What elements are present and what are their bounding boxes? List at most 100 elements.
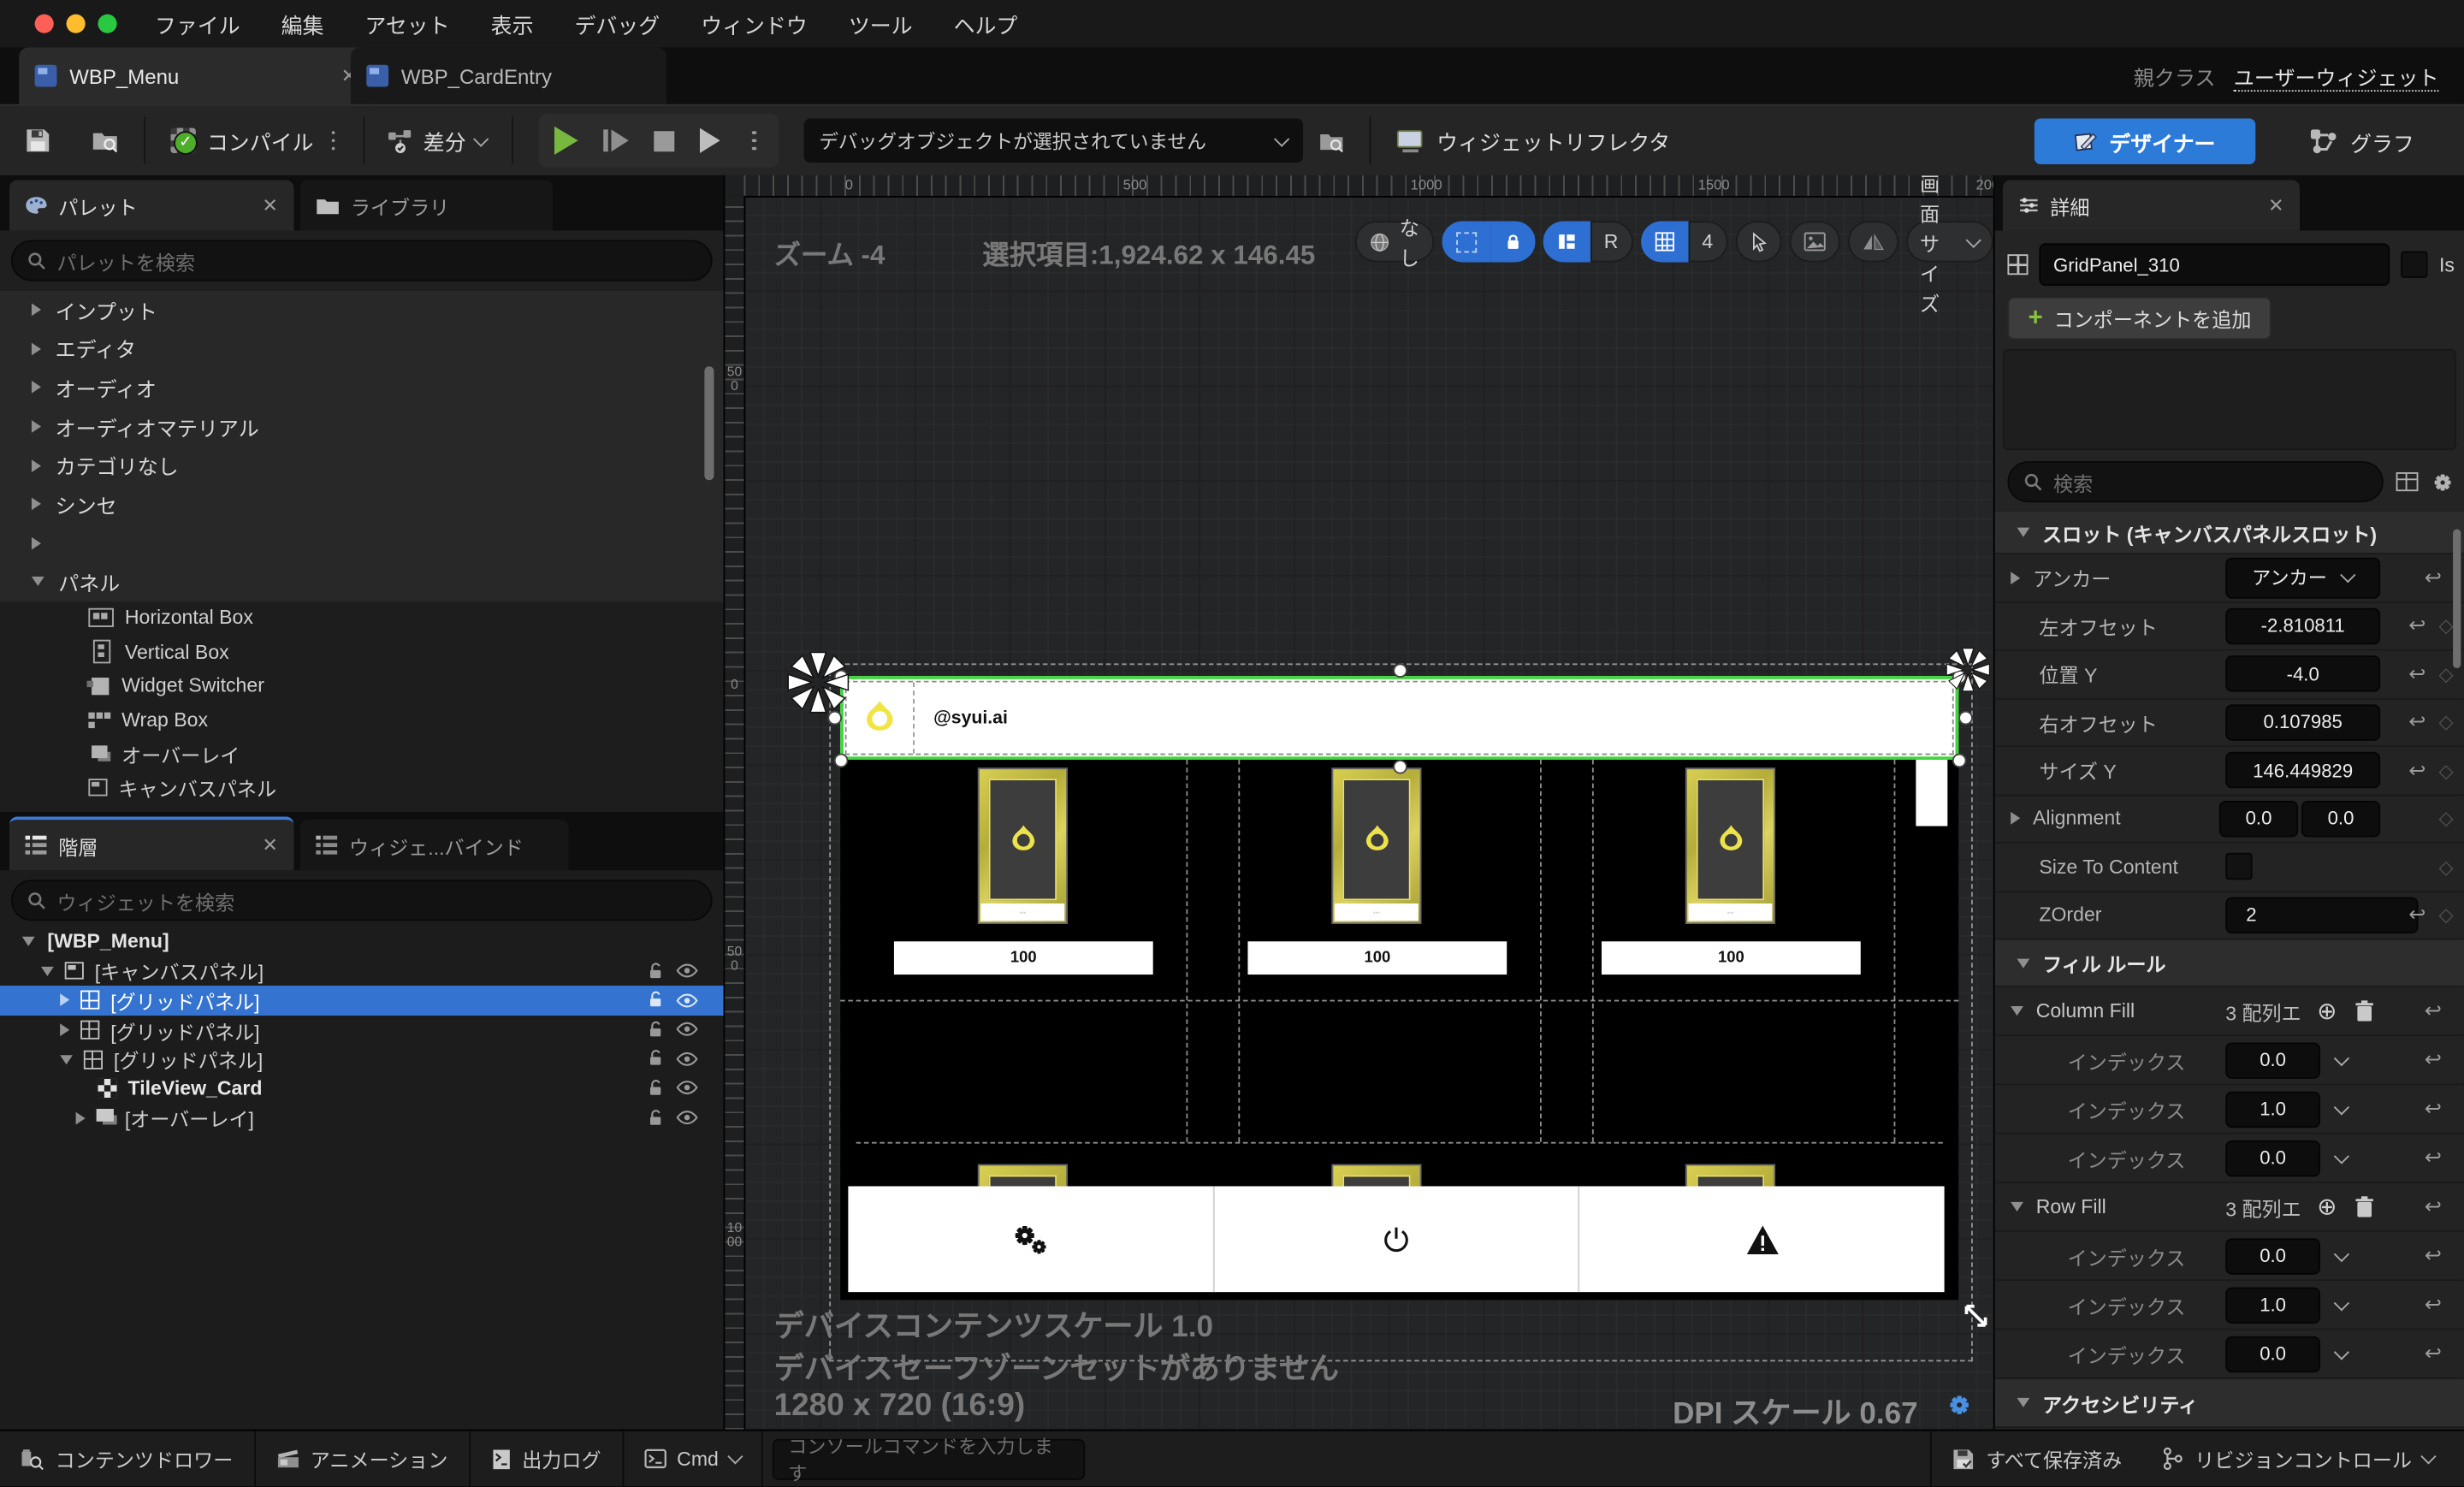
design-surface[interactable]: ◦◦◦ ◦◦◦ ◦◦◦ 100 100 100 bbox=[840, 759, 1959, 1300]
palette-cat-uncategorized[interactable]: カテゴリなし bbox=[0, 446, 724, 484]
unlock-icon[interactable] bbox=[648, 991, 663, 1010]
tree-row-grid-panel-2[interactable]: [グリッドパネル] bbox=[0, 1016, 724, 1045]
tree-row-canvas-panel[interactable]: [キャンバスパネル] bbox=[0, 957, 724, 986]
menu-view[interactable]: 表示 bbox=[491, 8, 534, 39]
compile-options-icon[interactable] bbox=[330, 130, 335, 151]
tree-row-wbp-menu[interactable]: [WBP_Menu] bbox=[0, 927, 724, 957]
widget-reflector-button[interactable]: ウィジェットリフレクタ bbox=[1395, 125, 1670, 157]
left-offset-input[interactable]: -2.810811 bbox=[2225, 607, 2381, 644]
eye-icon[interactable] bbox=[676, 1080, 698, 1097]
stop-button[interactable] bbox=[654, 130, 675, 151]
section-fill-rules[interactable]: フィル ルール bbox=[1994, 939, 2464, 987]
settings-cell[interactable] bbox=[848, 1186, 1215, 1293]
designer-viewport[interactable]: 0 500 1000 1500 200 500 0 500 1000 ズーム -… bbox=[725, 175, 1993, 1430]
reset-button[interactable]: ↩ bbox=[2425, 1194, 2442, 1220]
unlock-icon[interactable] bbox=[648, 962, 663, 980]
palette-cat-audiomaterial[interactable]: オーディオマテリアル bbox=[0, 407, 724, 446]
reset-button[interactable]: ↩ bbox=[2425, 1047, 2442, 1073]
chevron-down-icon[interactable] bbox=[2333, 1246, 2350, 1263]
trash-icon[interactable] bbox=[2355, 1000, 2374, 1022]
tree-row-grid-panel-selected[interactable]: [グリッドパネル] bbox=[0, 986, 724, 1016]
tab-wbp-menu[interactable]: WBP_Menu ✕ bbox=[19, 47, 373, 104]
chevron-down-icon[interactable] bbox=[2333, 1148, 2350, 1164]
dpi-settings-gear-icon[interactable] bbox=[1946, 1391, 1972, 1418]
unlock-icon[interactable] bbox=[648, 1050, 663, 1069]
eye-icon[interactable] bbox=[676, 1021, 698, 1038]
browse-asset-button[interactable] bbox=[92, 128, 118, 154]
reset-button[interactable]: ↩ bbox=[2408, 758, 2426, 784]
tab-wbp-cardentry[interactable]: WBP_CardEntry bbox=[350, 47, 667, 104]
menu-asset[interactable]: アセット bbox=[364, 8, 449, 39]
graph-button[interactable]: グラフ bbox=[2309, 118, 2414, 164]
tab-details[interactable]: 詳細 ✕ bbox=[2002, 180, 2300, 231]
bind-diamond-icon[interactable]: ◇ bbox=[2438, 808, 2453, 830]
palette-item-horizontal-box[interactable]: Horizontal Box bbox=[0, 601, 724, 635]
tab-library[interactable]: ライブラリ bbox=[299, 180, 554, 231]
index-input[interactable]: 0.0 bbox=[2225, 1335, 2320, 1372]
card-entry-3[interactable]: ◦◦◦ bbox=[1686, 769, 1774, 923]
warning-cell[interactable] bbox=[1580, 1186, 1945, 1292]
bind-diamond-icon[interactable]: ◇ bbox=[2438, 903, 2453, 926]
hierarchy-search-input[interactable]: ウィジェットを検索 bbox=[10, 880, 713, 921]
chevron-down-icon[interactable] bbox=[2333, 1344, 2350, 1360]
select-mode-button[interactable] bbox=[1734, 221, 1781, 263]
compile-button[interactable]: ✓ コンパイル bbox=[170, 125, 341, 157]
tree-row-overlay[interactable]: [オーバーレイ] bbox=[0, 1104, 724, 1133]
cmd-dropdown[interactable]: Cmd bbox=[623, 1431, 763, 1487]
selected-header-bar[interactable]: @syui.ai bbox=[840, 676, 1959, 760]
palette-cat-input[interactable]: インプット bbox=[0, 291, 724, 329]
resize-corner-icon[interactable] bbox=[1964, 1303, 1989, 1329]
grid-snap-size[interactable]: 4 bbox=[1687, 221, 1727, 263]
minimize-window-button[interactable] bbox=[66, 14, 86, 33]
tree-row-tileview-card[interactable]: TileView_Card bbox=[0, 1074, 724, 1103]
revision-control-button[interactable]: リビジョンコントロール bbox=[2142, 1431, 2455, 1487]
palette-item-widget-switcher[interactable]: Widget Switcher bbox=[0, 669, 724, 702]
bind-diamond-icon[interactable]: ◇ bbox=[2438, 711, 2453, 733]
reset-button[interactable]: ↩ bbox=[2408, 613, 2426, 639]
settings-gear-icon[interactable] bbox=[2431, 470, 2455, 494]
palette-search-input[interactable]: パレットを検索 bbox=[10, 240, 713, 281]
close-icon[interactable]: ✕ bbox=[2268, 194, 2284, 216]
bind-diamond-icon[interactable]: ◇ bbox=[2438, 663, 2453, 685]
palette-item-wrap-box[interactable]: Wrap Box bbox=[0, 702, 724, 736]
unlock-icon[interactable] bbox=[648, 1079, 663, 1098]
bind-diamond-icon[interactable]: ◇ bbox=[2438, 856, 2453, 878]
parent-class-link[interactable]: ユーザーウィジェット bbox=[2233, 67, 2439, 92]
menu-tools[interactable]: ツール bbox=[849, 8, 913, 39]
collapse-arrow-icon[interactable] bbox=[2011, 1201, 2023, 1212]
palette-scrollbar[interactable] bbox=[704, 366, 714, 481]
display-filter-icon[interactable] bbox=[2396, 471, 2419, 492]
debug-object-dropdown[interactable]: デバッグオブジェクトが選択されていません bbox=[803, 118, 1303, 163]
eye-icon[interactable] bbox=[676, 992, 698, 1009]
reset-button[interactable]: ↩ bbox=[2425, 1096, 2442, 1122]
alignment-x-input[interactable]: 0.0 bbox=[2218, 800, 2299, 837]
tab-palette[interactable]: パレット ✕ bbox=[9, 180, 294, 231]
respect-locks-toggle[interactable] bbox=[1542, 221, 1590, 263]
frame-skip-button[interactable] bbox=[603, 129, 629, 152]
anchor-gizmo-icon[interactable] bbox=[785, 649, 852, 716]
card-entry-2[interactable]: ◦◦◦ bbox=[1333, 769, 1420, 923]
chevron-down-icon[interactable] bbox=[2333, 1295, 2350, 1312]
palette-cat-audio[interactable]: オーディオ bbox=[0, 368, 724, 406]
add-component-button[interactable]: + コンポーネントを追加 bbox=[2007, 297, 2272, 340]
palette-item-vertical-box[interactable]: Vertical Box bbox=[0, 635, 724, 668]
section-accessibility[interactable]: アクセシビリティ bbox=[1994, 1378, 2464, 1428]
power-cell[interactable] bbox=[1214, 1186, 1580, 1293]
menu-debug[interactable]: デバッグ bbox=[575, 8, 660, 39]
anchor-dropdown[interactable]: アンカー bbox=[2225, 557, 2381, 599]
reset-button[interactable]: ↩ bbox=[2425, 1243, 2442, 1269]
palette-item-canvas-panel[interactable]: キャンバスパネル bbox=[0, 770, 724, 803]
tab-hierarchy[interactable]: 階層 ✕ bbox=[9, 816, 294, 871]
unlock-icon[interactable] bbox=[648, 1020, 663, 1039]
palette-item-overlay[interactable]: オーバーレイ bbox=[0, 737, 724, 770]
resize-handle[interactable] bbox=[1958, 710, 1973, 726]
index-input[interactable]: 1.0 bbox=[2225, 1286, 2320, 1324]
palette-cat-editor[interactable]: エディタ bbox=[0, 329, 724, 368]
screen-size-dropdown[interactable]: 画面サイズ bbox=[1905, 175, 1993, 315]
resize-handle[interactable] bbox=[1393, 663, 1407, 678]
designer-button[interactable]: デザイナー bbox=[2034, 118, 2256, 164]
simulate-button[interactable] bbox=[699, 127, 720, 154]
output-log-button[interactable]: 出力ログ bbox=[470, 1431, 624, 1487]
add-element-icon[interactable]: ⊕ bbox=[2317, 997, 2337, 1025]
reset-button[interactable]: ↩ bbox=[2408, 903, 2426, 928]
